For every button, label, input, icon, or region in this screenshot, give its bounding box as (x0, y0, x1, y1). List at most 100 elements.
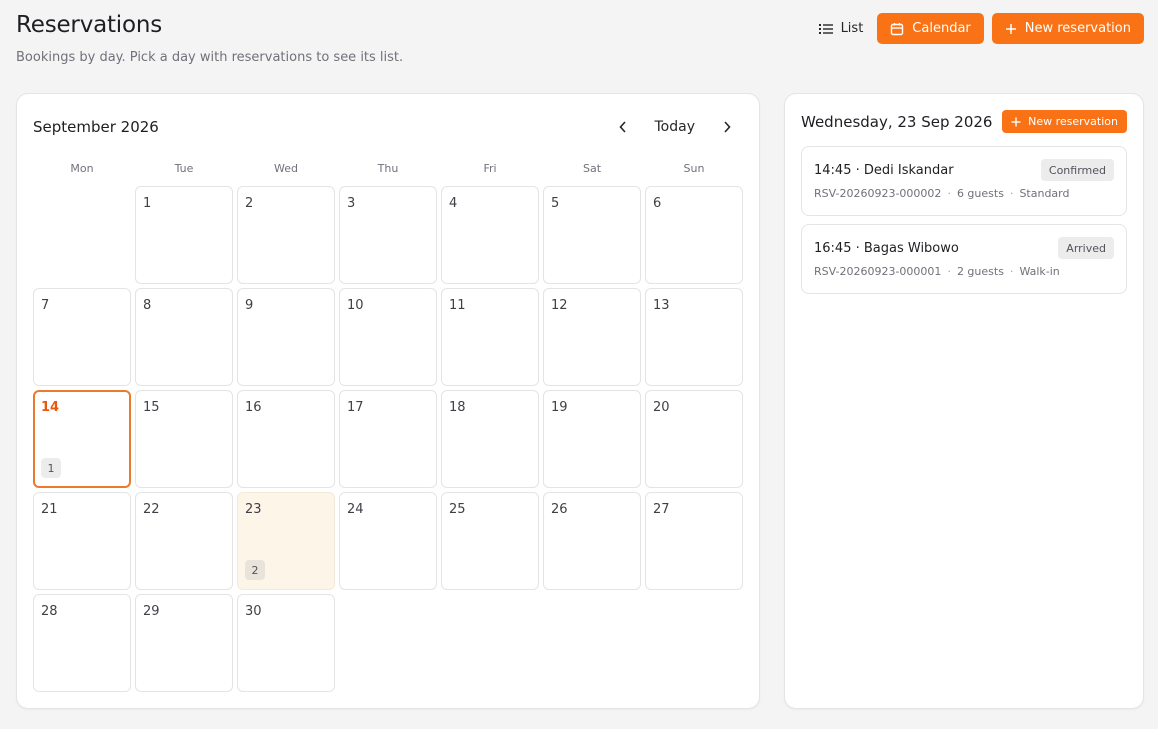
calendar-day-16[interactable]: 16 (237, 390, 335, 488)
calendar-day-26[interactable]: 26 (543, 492, 641, 590)
calendar-header: September 2026 Today (33, 116, 743, 138)
day-number: 16 (245, 400, 262, 415)
next-month-button[interactable] (713, 116, 741, 138)
chevron-left-icon (618, 121, 627, 133)
calendar-day-1[interactable]: 1 (135, 186, 233, 284)
list-view-label: List (840, 21, 864, 36)
reservation-card[interactable]: 16:45 · Bagas Wibowo RSV-20260923-000001… (801, 224, 1127, 294)
calendar-panel: September 2026 Today Mon Tue Wed Thu Fri… (16, 93, 760, 709)
reservation-code: RSV-20260923-000002 (814, 187, 942, 200)
reservation-type: Standard (1019, 187, 1070, 200)
calendar-day-14[interactable]: 14 1 (33, 390, 131, 488)
calendar-day-24[interactable]: 24 (339, 492, 437, 590)
calendar-day-7[interactable]: 7 (33, 288, 131, 386)
weekday-label: Fri (483, 162, 497, 175)
reservation-title: 16:45 · Bagas Wibowo (814, 241, 959, 256)
day-number: 10 (347, 298, 364, 313)
day-number: 28 (41, 604, 58, 619)
day-number: 17 (347, 400, 364, 415)
calendar-view-button[interactable]: Calendar (877, 13, 984, 44)
calendar-day-5[interactable]: 5 (543, 186, 641, 284)
calendar-day-30[interactable]: 30 (237, 594, 335, 692)
today-button[interactable]: Today (641, 119, 710, 135)
list-icon (818, 23, 833, 35)
reservation-meta: RSV-20260923-000001 · 2 guests · Walk-in (814, 265, 1060, 278)
weekday-label: Thu (377, 162, 399, 175)
status-badge: Arrived (1058, 237, 1114, 259)
reservation-count-badge: 1 (41, 458, 61, 478)
calendar-day-20[interactable]: 20 (645, 390, 743, 488)
day-number: 3 (347, 196, 356, 211)
day-number: 29 (143, 604, 160, 619)
chevron-right-icon (723, 121, 731, 133)
calendar-day-12[interactable]: 12 (543, 288, 641, 386)
day-number: 30 (245, 604, 262, 619)
day-detail-header: Wednesday, 23 Sep 2026 New reservation (801, 110, 1127, 133)
calendar-day-29[interactable]: 29 (135, 594, 233, 692)
day-number: 26 (551, 502, 568, 517)
day-number: 9 (245, 298, 254, 313)
calendar-day-6[interactable]: 6 (645, 186, 743, 284)
calendar-day-3[interactable]: 3 (339, 186, 437, 284)
calendar-day-2[interactable]: 2 (237, 186, 335, 284)
day-number: 1 (143, 196, 152, 211)
reservation-code: RSV-20260923-000001 (814, 265, 942, 278)
reservation-meta: RSV-20260923-000002 · 6 guests · Standar… (814, 187, 1069, 200)
calendar-day-10[interactable]: 10 (339, 288, 437, 386)
day-number: 7 (41, 298, 50, 313)
meta-separator: · (1009, 187, 1014, 200)
new-reservation-button[interactable]: New reservation (991, 13, 1144, 44)
day-number: 12 (551, 298, 568, 313)
new-reservation-label: New reservation (1024, 21, 1131, 36)
calendar-day-21[interactable]: 21 (33, 492, 131, 590)
page-title: Reservations (16, 12, 163, 38)
reservation-list: 14:45 · Dedi Iskandar RSV-20260923-00000… (801, 146, 1127, 294)
day-number: 14 (41, 400, 60, 415)
calendar-day-11[interactable]: 11 (441, 288, 539, 386)
calendar-day-27[interactable]: 27 (645, 492, 743, 590)
day-number: 6 (653, 196, 662, 211)
meta-separator: · (947, 187, 951, 200)
prev-month-button[interactable] (609, 116, 637, 138)
day-number: 11 (449, 298, 466, 313)
meta-separator: · (947, 265, 951, 278)
calendar-day-28[interactable]: 28 (33, 594, 131, 692)
calendar-day-4[interactable]: 4 (441, 186, 539, 284)
reservation-guests: 6 guests (956, 187, 1004, 200)
weekday-header: Mon Tue Wed Thu Fri Sat Sun (33, 162, 743, 175)
calendar-day-19[interactable]: 19 (543, 390, 641, 488)
weekday-label: Sat (582, 162, 602, 175)
month-title: September 2026 (33, 118, 159, 136)
day-number: 20 (653, 400, 670, 415)
day-new-reservation-button[interactable]: New reservation (1002, 110, 1127, 133)
plus-icon (1005, 23, 1017, 35)
calendar-day-17[interactable]: 17 (339, 390, 437, 488)
day-number: 21 (41, 502, 58, 517)
day-number: 25 (449, 502, 466, 517)
view-toolbar: List Calendar New reservation (813, 13, 1144, 44)
list-view-button[interactable]: List (813, 13, 870, 44)
weekday-label: Tue (174, 162, 194, 175)
reservation-type: Walk-in (1019, 265, 1060, 278)
weekday-label: Wed (274, 162, 298, 175)
status-badge: Confirmed (1040, 159, 1114, 181)
day-number: 4 (449, 196, 458, 211)
calendar-day-23[interactable]: 23 2 (237, 492, 335, 590)
day-number: 18 (449, 400, 466, 415)
calendar-day-13[interactable]: 13 (645, 288, 743, 386)
reservation-card[interactable]: 14:45 · Dedi Iskandar RSV-20260923-00000… (801, 146, 1127, 216)
calendar-day-22[interactable]: 22 (135, 492, 233, 590)
calendar-day-15[interactable]: 15 (135, 390, 233, 488)
selected-date-title: Wednesday, 23 Sep 2026 (801, 112, 993, 131)
day-number: 2 (245, 196, 254, 211)
day-number: 23 (245, 502, 262, 517)
calendar-day-8[interactable]: 8 (135, 288, 233, 386)
day-number: 8 (143, 298, 152, 313)
plus-icon (1011, 117, 1021, 127)
day-number: 27 (653, 502, 670, 517)
calendar-day-9[interactable]: 9 (237, 288, 335, 386)
calendar-day-25[interactable]: 25 (441, 492, 539, 590)
meta-separator: · (1009, 265, 1014, 278)
calendar-day-18[interactable]: 18 (441, 390, 539, 488)
day-number: 13 (653, 298, 670, 313)
